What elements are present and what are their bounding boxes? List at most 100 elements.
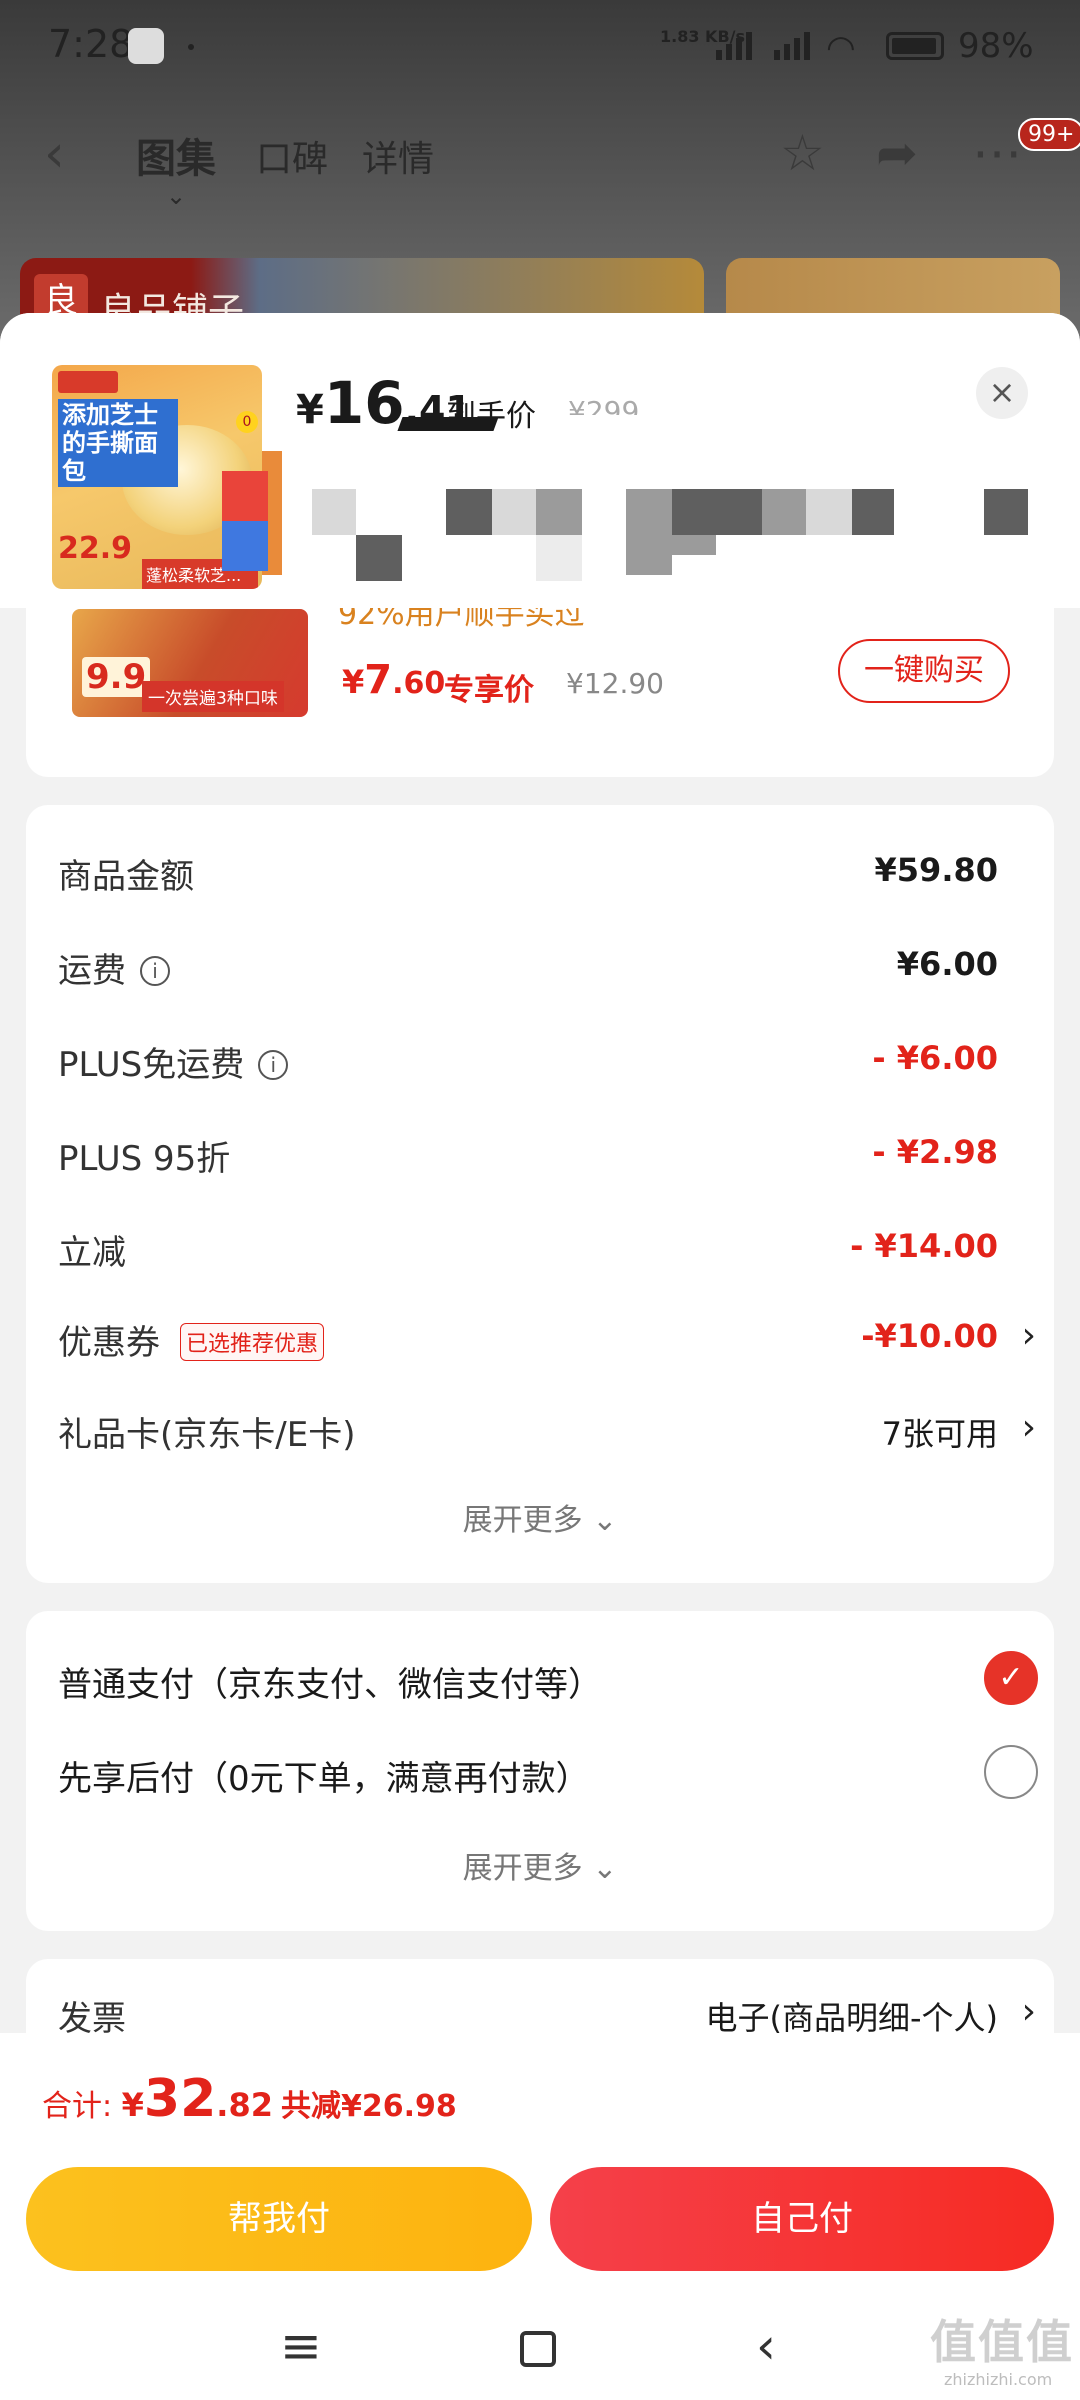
one-click-buy-button[interactable]: 一键购买: [838, 639, 1010, 703]
chevron-right-icon: ›: [1021, 1315, 1036, 1356]
plus-free-shipping-label: PLUS免运费: [58, 1045, 245, 1085]
checkout-bottom-bar: 合计: ¥32.82 共减¥26.98 帮我付 自己付 ≡ ‹: [0, 2033, 1080, 2400]
plus-free-shipping-row: PLUS免运费 i - ¥6.00: [58, 1037, 1038, 1087]
notification-badge: 99+: [1018, 118, 1080, 151]
tab-details[interactable]: 详情: [362, 130, 434, 182]
gift-card-row[interactable]: 礼品卡(京东卡/E卡) 7张可用 ›: [58, 1407, 1038, 1457]
home-icon[interactable]: [520, 2331, 556, 2367]
redaction-block: [536, 489, 582, 535]
recommend-original-price: ¥12.90: [566, 667, 664, 700]
exclusive-price-label: 专享价: [444, 673, 534, 708]
redaction-block: [536, 535, 582, 581]
chevron-right-icon: ›: [1021, 1407, 1036, 1448]
instant-reduction-label: 立减: [58, 1233, 126, 1273]
goods-amount-label: 商品金额: [58, 857, 194, 897]
recommend-thumbnail[interactable]: 9.9 一次尝遍3种口味: [72, 609, 308, 717]
close-button[interactable]: ×: [976, 367, 1028, 419]
self-pay-button[interactable]: 自己付: [550, 2167, 1054, 2271]
shipping-label: 运费: [58, 951, 126, 991]
expand-more-button[interactable]: 展开更多 ⌄: [26, 1843, 1054, 1887]
signal-icon: [774, 30, 822, 60]
status-time: 7:28: [48, 22, 134, 66]
instant-reduction-value: - ¥14.00: [850, 1227, 998, 1265]
redaction-block: [716, 489, 762, 535]
baidu-app-icon: [128, 28, 164, 64]
redaction-block: [762, 489, 806, 535]
info-icon[interactable]: i: [140, 956, 170, 986]
instant-reduction-row: 立减 - ¥14.00: [58, 1225, 1038, 1275]
menu-icon[interactable]: ≡: [280, 2317, 322, 2375]
redaction-block: [312, 489, 356, 535]
redaction-block: [356, 535, 402, 581]
product-nav-bar: ‹ 图集 ⌄ 口碑 详情 ☆ ➦ ⋯ 99+: [0, 110, 1080, 210]
redaction-stroke: [397, 417, 499, 431]
watermark-site: zhizhizhi.com: [944, 2370, 1053, 2389]
watermark-logo: 值值值: [930, 2315, 1074, 2369]
background-page: 7:28 1.83 KB/s ◠ 98% ‹ 图集 ⌄ 口碑 详情 ☆ ➦ ⋯ …: [0, 0, 1080, 338]
plus-free-shipping-value: - ¥6.00: [872, 1039, 998, 1077]
plus-discount-row: PLUS 95折 - ¥2.98: [58, 1131, 1038, 1181]
brand-logo-icon: [58, 371, 118, 393]
total-saved: 共减¥26.98: [280, 2089, 457, 2124]
coupon-recommend-tag: 已选推荐优惠: [180, 1323, 325, 1361]
recommend-thumb-price: 9.9: [82, 657, 151, 697]
star-icon[interactable]: ☆: [780, 124, 825, 182]
payment-option-paylater[interactable]: 先享后付（0元下单，满意再付款）: [58, 1745, 1038, 1805]
wifi-icon: ◠: [826, 28, 856, 68]
back-nav-icon[interactable]: ‹: [756, 2317, 776, 2375]
zero-badge-icon: 0: [236, 411, 258, 433]
goods-amount-row: 商品金额 ¥59.80: [58, 849, 1038, 899]
redaction-block: [446, 489, 492, 535]
total-currency: ¥: [121, 2086, 144, 2124]
shipping-value: ¥6.00: [896, 945, 998, 983]
share-icon[interactable]: ➦: [876, 124, 918, 182]
goods-amount-value: ¥59.80: [874, 851, 998, 889]
plus-discount-label: PLUS 95折: [58, 1139, 231, 1179]
original-price: ¥299: [568, 395, 640, 415]
payment-option-label: 普通支付（京东支付、微信支付等）: [58, 1665, 602, 1705]
gift-card-value: 7张可用: [881, 1415, 998, 1453]
redaction-block: [222, 521, 268, 571]
redaction-block: [672, 535, 716, 555]
gift-card-label: 礼品卡(京东卡/E卡): [58, 1415, 356, 1455]
coupon-label: 优惠券: [58, 1323, 160, 1363]
signal-icon: [716, 30, 764, 60]
system-nav-bar: ≡ ‹: [0, 2311, 1080, 2400]
sheet-header: 添加芝士的手撕面包 0 22.9 蓬松柔软芝... ¥16.41 到手价 ¥29…: [0, 313, 1080, 608]
redaction-block: [626, 489, 672, 535]
checkout-sheet: 9.9 一次尝遍3种口味 92%用户顺手买过 ¥7.60 专享价 ¥12.90 …: [0, 313, 1080, 2400]
price-detail-card: 商品金额 ¥59.80 运费 i ¥6.00 PLUS免运费 i - ¥6.00 P…: [26, 805, 1054, 1583]
coupon-value: -¥10.00: [861, 1317, 998, 1355]
recommend-thumb-tag: 一次尝遍3种口味: [142, 681, 284, 712]
payment-option-standard[interactable]: 普通支付（京东支付、微信支付等） ✓: [58, 1651, 1038, 1711]
help-pay-button[interactable]: 帮我付: [26, 2167, 532, 2271]
total-int: 32: [143, 2069, 217, 2129]
battery-level: 98%: [958, 26, 1034, 66]
notification-dot-icon: [188, 44, 194, 50]
redaction-block: [806, 489, 852, 535]
redaction-block: [852, 489, 894, 535]
total-dec: .82: [216, 2086, 273, 2124]
total-label: 合计:: [42, 2089, 122, 2124]
battery-icon: [886, 32, 944, 60]
shipping-row: 运费 i ¥6.00: [58, 943, 1038, 993]
redaction-block: [492, 489, 536, 535]
thumb-caption: 添加芝士的手撕面包: [58, 399, 178, 487]
more-icon[interactable]: ⋯: [972, 124, 1022, 182]
status-bar: 7:28 1.83 KB/s ◠ 98%: [0, 0, 1080, 92]
payment-method-card: 普通支付（京东支付、微信支付等） ✓ 先享后付（0元下单，满意再付款） 展开更多…: [26, 1611, 1054, 1931]
redaction-block: [984, 489, 1028, 535]
expand-more-button[interactable]: 展开更多 ⌄: [26, 1495, 1054, 1539]
payment-option-label: 先享后付（0元下单，满意再付款）: [58, 1759, 590, 1799]
info-icon[interactable]: i: [258, 1050, 289, 1080]
redaction-block: [672, 489, 716, 535]
back-icon[interactable]: ‹: [44, 124, 65, 184]
radio-unchecked-icon[interactable]: [984, 1745, 1038, 1799]
recommend-price: ¥7.60: [342, 657, 446, 703]
chevron-right-icon: ›: [1021, 1991, 1036, 2032]
coupon-row[interactable]: 优惠券 已选推荐优惠 -¥10.00 ›: [58, 1315, 1038, 1365]
tab-reviews[interactable]: 口碑: [256, 130, 328, 182]
redaction-block: [626, 535, 672, 575]
radio-checked-icon[interactable]: ✓: [984, 1651, 1038, 1705]
tab-gallery[interactable]: 图集: [136, 126, 216, 184]
